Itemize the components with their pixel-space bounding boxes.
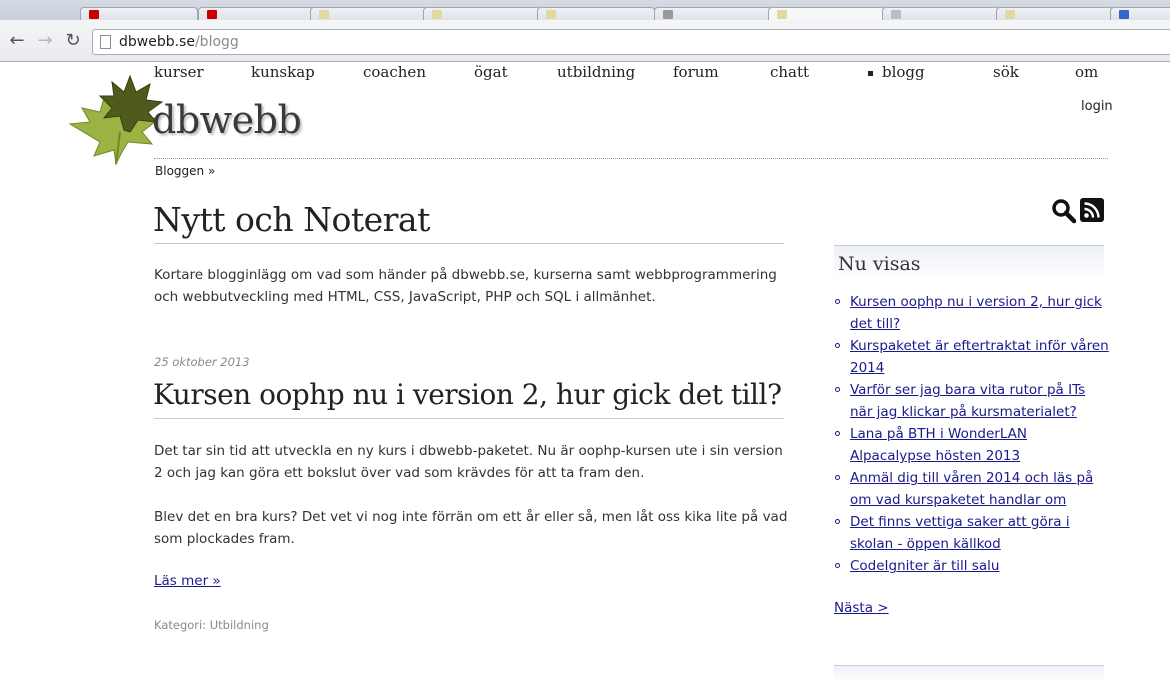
read-more-link[interactable]: Läs mer » [154, 573, 221, 589]
browser-tab[interactable] [768, 7, 886, 20]
browser-tab[interactable] [80, 7, 198, 20]
nav-item-blogg[interactable]: blogg [868, 63, 925, 81]
tab-favicon-icon [777, 10, 787, 19]
tab-favicon-icon [1005, 10, 1015, 19]
browser-tab-strip [0, 0, 1170, 20]
browser-toolbar: ← → ↻ dbwebb.se/blogg [0, 20, 1170, 62]
nav-item-coachen[interactable]: coachen [363, 63, 426, 81]
nav-item-utbildning[interactable]: utbildning [557, 63, 635, 81]
tab-favicon-icon [432, 10, 442, 19]
browser-tab[interactable] [310, 7, 428, 20]
post-paragraph: Det tar sin tid att utveckla en ny kurs … [154, 443, 783, 481]
intro-text: Kortare blogginlägg om vad som händer på… [154, 267, 777, 305]
tab-favicon-icon [1119, 10, 1129, 19]
site-top-nav: kurser kunskap coachen ögat utbildning forum c… [154, 63, 1098, 83]
browser-tab[interactable] [198, 7, 316, 20]
browser-tab[interactable] [654, 7, 772, 20]
browser-tab[interactable] [996, 7, 1114, 20]
sidebar-heading: Nu visas [838, 253, 921, 275]
nav-item-kunskap[interactable]: kunskap [251, 63, 315, 81]
tab-favicon-icon [663, 10, 673, 19]
tab-favicon-icon [207, 10, 217, 19]
list-item: Varför ser jag bara vita rutor på ITs nä… [834, 379, 1110, 423]
sidebar-post-link[interactable]: Kursen oophp nu i version 2, hur gick de… [850, 294, 1102, 332]
nav-item-chatt[interactable]: chatt [770, 63, 809, 81]
back-arrow-icon[interactable]: ← [6, 30, 28, 52]
sidebar-next-box [834, 665, 1104, 683]
search-icon[interactable] [1051, 198, 1077, 224]
url-domain: dbwebb.se [119, 34, 195, 50]
page-title: Nytt och Noterat [153, 200, 430, 239]
tab-favicon-icon [546, 10, 556, 19]
tab-favicon-icon [319, 10, 329, 19]
post-paragraph: Blev det en bra kurs? Det vet vi nog int… [154, 509, 788, 547]
login-link[interactable]: login [1081, 99, 1113, 114]
tab-favicon-icon [89, 10, 99, 19]
nav-item-forum[interactable]: forum [673, 63, 719, 81]
post-title[interactable]: Kursen oophp nu i version 2, hur gick de… [153, 374, 793, 416]
nav-item-ögat[interactable]: ögat [474, 63, 508, 81]
list-item: Lana på BTH i WonderLAN Alpacalypse höst… [834, 423, 1110, 467]
list-item: Anmäl dig till våren 2014 och läs på om … [834, 467, 1110, 511]
next-page-link[interactable]: Nästa > [834, 600, 889, 616]
header-divider [154, 158, 1108, 159]
page-icon [100, 35, 111, 49]
browser-tab[interactable] [537, 7, 655, 20]
browser-tab[interactable] [882, 7, 1000, 20]
sidebar-post-link[interactable]: Det finns vettiga saker att göra i skola… [850, 514, 1070, 552]
title-divider [154, 243, 784, 244]
list-item: CodeIgniter är till salu [834, 555, 1110, 577]
address-bar[interactable]: dbwebb.se/blogg [92, 29, 1170, 55]
nav-item-sök[interactable]: sök [993, 63, 1019, 81]
sidebar-post-link[interactable]: Lana på BTH i WonderLAN Alpacalypse höst… [850, 426, 1027, 464]
tab-favicon-icon [891, 10, 901, 19]
nav-item-om[interactable]: om [1075, 63, 1098, 81]
list-item: Kurspaketet är eftertraktat inför våren … [834, 335, 1110, 379]
post-category[interactable]: Kategori: Utbildning [154, 618, 269, 632]
list-item: Det finns vettiga saker att göra i skola… [834, 511, 1110, 555]
reload-icon[interactable]: ↻ [62, 30, 84, 52]
forward-arrow-icon[interactable]: → [34, 30, 56, 52]
list-item: Kursen oophp nu i version 2, hur gick de… [834, 291, 1110, 335]
sidebar-post-link[interactable]: Anmäl dig till våren 2014 och läs på om … [850, 470, 1093, 508]
address-url[interactable]: dbwebb.se/blogg [119, 33, 239, 51]
rss-icon[interactable] [1080, 198, 1104, 222]
sidebar-post-link[interactable]: Kurspaketet är eftertraktat inför våren … [850, 338, 1109, 376]
sidebar-post-list: Kursen oophp nu i version 2, hur gick de… [834, 291, 1110, 577]
post-date: 25 oktober 2013 [154, 355, 250, 369]
browser-tab[interactable] [423, 7, 541, 20]
sidebar-post-link[interactable]: CodeIgniter är till salu [850, 558, 999, 574]
post-title-divider [154, 418, 784, 419]
breadcrumb[interactable]: Bloggen » [155, 164, 215, 178]
browser-tab[interactable] [1110, 7, 1170, 20]
url-path: /blogg [194, 34, 239, 50]
sidebar-post-link[interactable]: Varför ser jag bara vita rutor på ITs nä… [850, 382, 1085, 420]
site-title[interactable]: dbwebb [152, 96, 302, 144]
